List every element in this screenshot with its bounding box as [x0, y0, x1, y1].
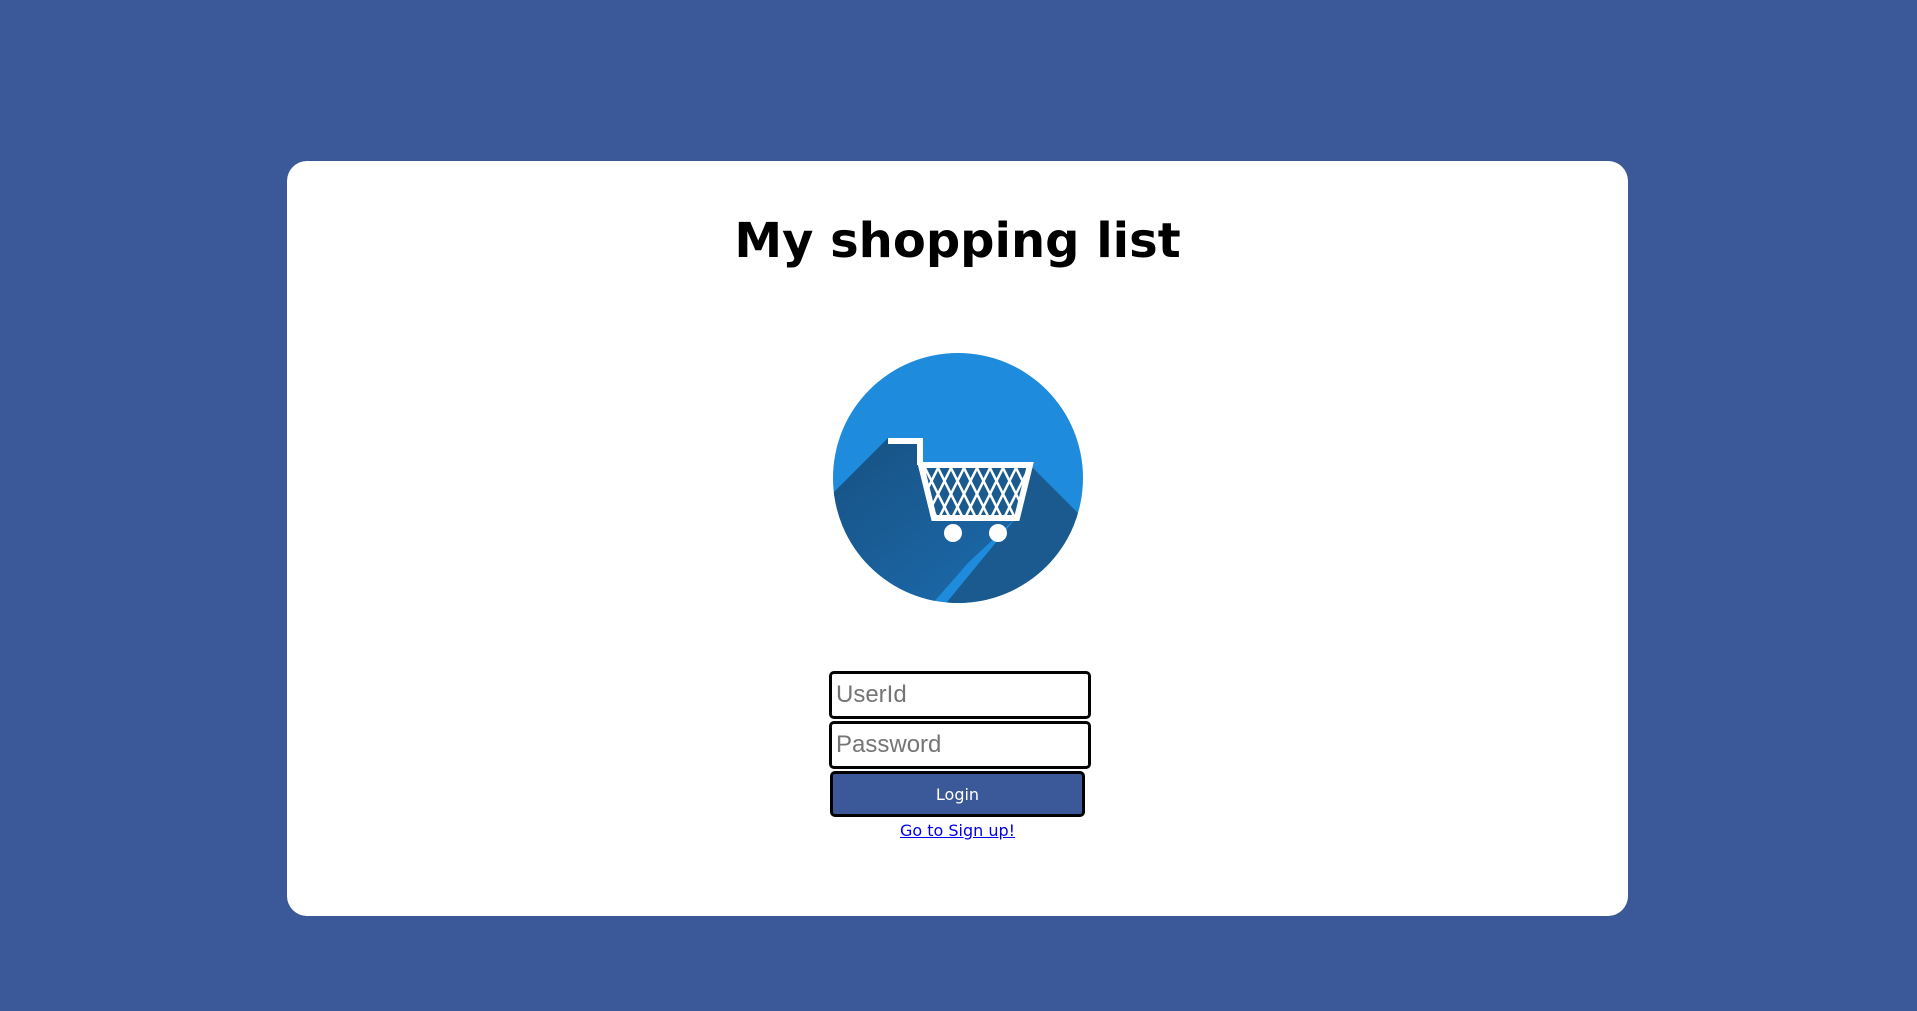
- login-card: My shopping list Login Go to Sign up!: [287, 161, 1628, 916]
- userid-input[interactable]: [829, 671, 1091, 719]
- login-button[interactable]: Login: [830, 771, 1085, 817]
- password-input[interactable]: [829, 721, 1091, 769]
- page-title: My shopping list: [734, 213, 1181, 269]
- signup-link[interactable]: Go to Sign up!: [900, 821, 1015, 840]
- shopping-cart-icon: [833, 353, 1083, 603]
